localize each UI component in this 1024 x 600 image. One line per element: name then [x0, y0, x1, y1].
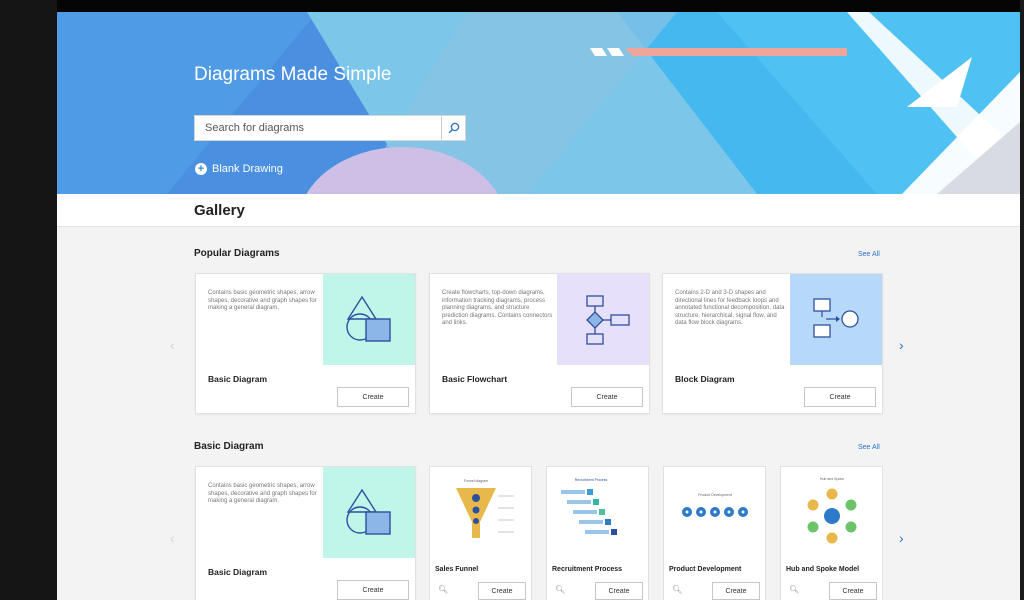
hero-title: Diagrams Made Simple [194, 64, 392, 85]
card-basic-diagram[interactable]: Contains basic geometric shapes, arrow s… [195, 273, 416, 414]
gallery-header: Gallery [57, 194, 1020, 227]
popular-see-all-link[interactable]: See All [858, 251, 880, 258]
flowchart-icon [586, 294, 630, 345]
card-thumbnail [790, 274, 882, 365]
card-description: Contains basic geometric shapes, arrow s… [208, 483, 317, 505]
template-card-sales-funnel[interactable]: Funnel diagram Sales Funnel 🔍︎ Create [429, 466, 532, 600]
search-button[interactable] [441, 116, 465, 140]
template-title: Hub and Spoke Model [786, 566, 860, 573]
card-title: Basic Diagram [208, 567, 268, 577]
thumb-title: Product Development [698, 493, 732, 497]
hub-and-spoke-icon: Hub and Spoke [807, 477, 856, 544]
zoom-icon[interactable]: 🔍︎ [438, 585, 448, 594]
card-description: Create flowcharts, top-down diagrams, in… [442, 290, 553, 327]
template-thumbnail: Product Development [664, 467, 765, 557]
blank-drawing-button[interactable]: + Blank Drawing [195, 163, 283, 175]
thumb-title: Funnel diagram [463, 479, 487, 483]
funnel-diagram-icon: Funnel diagram [455, 479, 514, 538]
plus-circle-icon: + [195, 163, 207, 175]
template-thumbnail: Recruitment Process [547, 467, 648, 557]
create-button[interactable]: Create [712, 582, 760, 600]
template-card-hub-and-spoke[interactable]: Hub and Spoke Hub and Spoke Model 🔍︎ Cre… [780, 466, 883, 600]
basic-shapes-icon [346, 295, 391, 342]
chevron-right-icon[interactable]: › [899, 530, 904, 546]
gallery-title: Gallery [194, 202, 245, 219]
card-description: Contains basic geometric shapes, arrow s… [208, 290, 317, 312]
template-title: Sales Funnel [435, 566, 479, 573]
card-block-diagram[interactable]: Contains 2-D and 3-D shapes and directio… [662, 273, 883, 414]
device-bezel-right [1020, 0, 1024, 600]
create-button[interactable]: Create [571, 387, 643, 407]
blank-drawing-label: Blank Drawing [212, 163, 283, 175]
card-basic-diagram-featured[interactable]: Contains basic geometric shapes, arrow s… [195, 466, 416, 600]
card-title: Basic Flowchart [442, 374, 508, 384]
thumb-title: Recruitment Process [574, 478, 607, 482]
basic-see-all-link[interactable]: See All [858, 444, 880, 451]
template-thumbnail: Funnel diagram [430, 467, 531, 557]
app-screen: Diagrams Made Simple + Blank Drawing Gal… [57, 12, 1020, 600]
recruitment-diagram-icon: Recruitment Process [560, 478, 617, 535]
card-title: Block Diagram [675, 374, 735, 384]
block-diagram-icon [813, 297, 859, 338]
card-thumbnail [323, 274, 415, 365]
template-title: Product Development [669, 566, 742, 573]
card-title: Basic Diagram [208, 374, 268, 384]
search-box [194, 115, 466, 141]
create-button[interactable]: Create [478, 582, 526, 600]
basic-section-title: Basic Diagram [194, 441, 264, 452]
hero-banner: Diagrams Made Simple + Blank Drawing [57, 12, 1020, 194]
device-bezel-top [0, 0, 1024, 12]
template-thumbnail: Hub and Spoke [781, 467, 882, 557]
template-card-product-development[interactable]: Product Development Product Development … [663, 466, 766, 600]
zoom-icon[interactable]: 🔍︎ [672, 585, 682, 594]
create-button[interactable]: Create [337, 387, 409, 407]
create-button[interactable]: Create [337, 580, 409, 600]
device-bezel-left [0, 0, 57, 600]
card-basic-flowchart[interactable]: Create flowcharts, top-down diagrams, in… [429, 273, 650, 414]
search-icon [448, 122, 459, 134]
chevron-left-icon[interactable]: ‹ [170, 337, 175, 353]
create-button[interactable]: Create [829, 582, 877, 600]
card-thumbnail [557, 274, 649, 365]
search-input[interactable] [195, 116, 441, 140]
product-development-icon: Product Development [681, 493, 748, 517]
chevron-right-icon[interactable]: › [899, 337, 904, 353]
create-button[interactable]: Create [804, 387, 876, 407]
card-thumbnail [323, 467, 415, 558]
zoom-icon[interactable]: 🔍︎ [555, 585, 565, 594]
card-description: Contains 2-D and 3-D shapes and directio… [675, 290, 785, 327]
thumb-title: Hub and Spoke [819, 477, 843, 481]
zoom-icon[interactable]: 🔍︎ [789, 585, 799, 594]
chevron-left-icon[interactable]: ‹ [170, 530, 175, 546]
popular-section-title: Popular Diagrams [194, 248, 280, 259]
create-button[interactable]: Create [595, 582, 643, 600]
basic-shapes-icon [346, 488, 391, 535]
template-title: Recruitment Process [552, 566, 623, 573]
template-card-recruitment-process[interactable]: Recruitment Process Recruitment Process … [546, 466, 649, 600]
